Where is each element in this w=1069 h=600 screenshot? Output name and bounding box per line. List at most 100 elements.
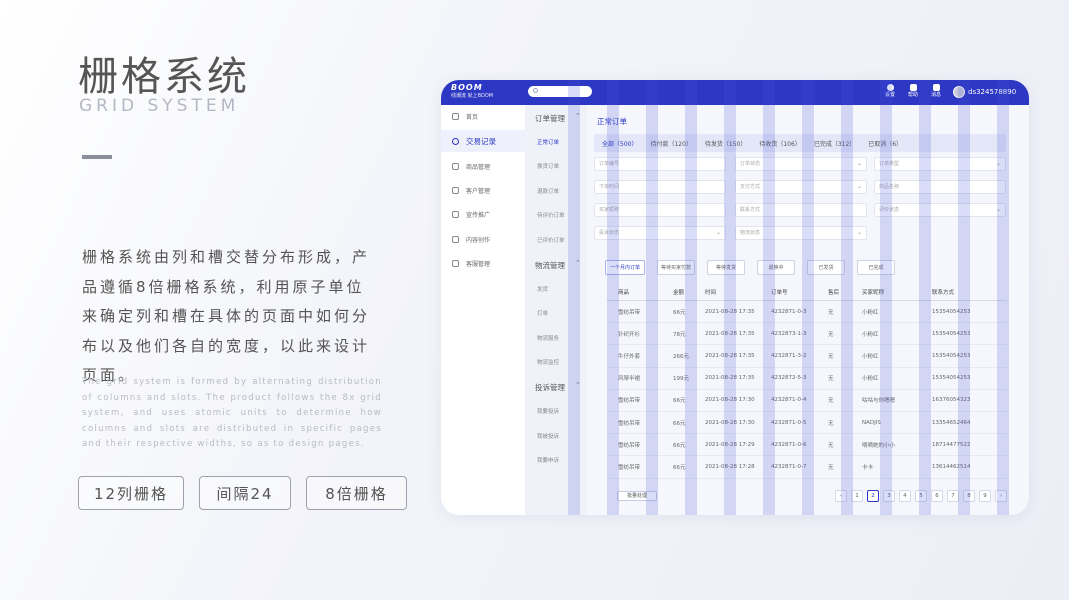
table-row[interactable]: 雪纺吊带 66元 2021-08-28 17:29 4232871-0-6 无 嘀嘀她的小…: [607, 434, 1007, 457]
table-row[interactable]: 风琴半裙 199元 2021-08-28 17:35 4232872-5-3 无 小粉红 1…: [607, 368, 1007, 390]
sidebar: 首页 交易记录 商品管理 客户管理 宣传推广 内容创作 客服管理: [441, 105, 525, 515]
filter-completed-button[interactable]: 已完成: [857, 260, 895, 275]
bulk-process-button[interactable]: 批量处理: [617, 491, 657, 501]
page-button[interactable]: 7: [947, 490, 959, 502]
submenu-item-file-complaint[interactable]: 我要投诉: [537, 407, 559, 415]
promotion-icon: [452, 210, 459, 218]
page-button-current[interactable]: 2: [867, 490, 879, 502]
payment-method-select[interactable]: 支付方式 ⌄: [735, 180, 867, 194]
sidebar-item-service[interactable]: 客服管理: [441, 252, 525, 274]
settings-button[interactable]: 设置: [882, 84, 898, 98]
cell-contact: 15354054253: [932, 352, 971, 359]
submenu-item-logistics-service[interactable]: 物流服务: [537, 334, 559, 342]
submenu-item-pending-review[interactable]: 待评价订单: [537, 211, 565, 219]
filter-shipped-button[interactable]: 已发货: [807, 260, 845, 275]
sidebar-item-goods[interactable]: 商品管理: [441, 155, 525, 177]
sidebar-item-home[interactable]: 首页: [441, 105, 525, 127]
submenu-item-normal-orders[interactable]: 正常订单: [537, 138, 559, 146]
tab-cancelled[interactable]: 已取消（6）: [868, 139, 902, 148]
submenu-item-print[interactable]: 打单: [537, 309, 548, 317]
contact-field[interactable]: 联系方式: [735, 203, 867, 217]
cell-time: 2021-08-28 17:30: [705, 397, 755, 404]
order-number-field[interactable]: 订单编号: [594, 157, 726, 171]
cell-buyer: NADJIS: [862, 419, 881, 426]
submenu-orders-toggle[interactable]: 订单管理 ⌃: [535, 112, 581, 124]
cell-amount: 66元: [673, 464, 686, 471]
page-button[interactable]: 9: [979, 490, 991, 502]
tag-8x-grid: 8倍栅格: [306, 476, 407, 510]
tab-to-ship[interactable]: 待发货（150）: [705, 139, 746, 148]
submenu-item-reviewed[interactable]: 已评价订单: [537, 236, 565, 244]
submenu-orders-title: 订单管理: [535, 114, 565, 123]
review-status-select[interactable]: 评价状态 ⌄: [874, 203, 1006, 217]
complaint-status-select[interactable]: 投诉状态 ⌄: [594, 226, 726, 240]
help-icon: [909, 84, 917, 91]
slide-title: 栅格系统: [78, 54, 250, 100]
page-button[interactable]: 1: [851, 490, 863, 502]
order-type-select[interactable]: 订单类型 ⌄: [874, 157, 1006, 171]
buyer-nickname-field[interactable]: 买家昵称: [594, 203, 726, 217]
header-product: 商品: [618, 289, 630, 296]
cell-buyer: 小粉红: [862, 331, 879, 338]
submenu-logistics-title: 物流管理: [535, 261, 565, 270]
submenu-item-refund-orders[interactable]: 退款订单: [537, 187, 559, 195]
sidebar-item-customers[interactable]: 客户管理: [441, 179, 525, 201]
cell-time: 2021-08-28 17:35: [705, 330, 755, 337]
page-next-button[interactable]: ›: [995, 490, 1007, 502]
table-row[interactable]: 牛仔外套 266元 2021-08-28 17:35 4232871-3-2 无 小粉红 1…: [607, 345, 1007, 368]
order-time-field[interactable]: 下单时间: [594, 180, 726, 194]
messages-button[interactable]: 消息: [928, 84, 944, 98]
logistics-status-select[interactable]: 物流状态 ⌄: [735, 226, 867, 240]
user-name[interactable]: ds324578890: [968, 88, 1016, 96]
table-row[interactable]: 雪纺吊带 66元 2021-08-28 17:30 4232871-0-4 无 咕咕与你嗯…: [607, 390, 1007, 412]
tab-completed[interactable]: 已完成（312）: [814, 139, 855, 148]
cell-order-number: 4232873-1-3: [771, 330, 807, 337]
submenu-logistics-toggle[interactable]: 物流管理 ⌃: [535, 259, 581, 271]
product-name-field[interactable]: 商品名称: [874, 180, 1006, 194]
sidebar-item-content[interactable]: 内容创作: [441, 228, 525, 250]
page-button[interactable]: 8: [963, 490, 975, 502]
sidebar-item-transactions[interactable]: 交易记录: [441, 130, 525, 152]
search-input[interactable]: [528, 86, 592, 97]
filter-returning-button[interactable]: 退换中: [757, 260, 795, 275]
tab-all[interactable]: 全部（500）: [602, 139, 637, 148]
chevron-down-icon: ⌄: [856, 160, 862, 167]
avatar[interactable]: [953, 86, 965, 98]
title-divider: [82, 155, 112, 159]
filter-one-month-button[interactable]: 一个月内订单: [605, 260, 645, 275]
cell-order-number: 4232872-5-3: [771, 375, 807, 382]
sidebar-item-label: 内容创作: [466, 236, 491, 244]
table-row[interactable]: 雪纺吊带 66元 2021-08-28 17:28 4232871-0-7 无 卡卡 136…: [607, 456, 1007, 479]
submenu-item-appeal[interactable]: 我要申诉: [537, 456, 559, 464]
submenu-item-exchange-orders[interactable]: 换货订单: [537, 162, 559, 170]
cell-time: 2021-08-28 17:30: [705, 419, 755, 426]
brand-logo[interactable]: BOOM 线潮流 就上BOOM: [451, 83, 493, 100]
tab-unpaid[interactable]: 待付款（120）: [650, 139, 691, 148]
submenu-item-ship[interactable]: 发货: [537, 285, 548, 293]
cell-product: 风琴半裙: [618, 376, 641, 383]
cell-after-sale: 无: [828, 376, 834, 383]
page-button[interactable]: 5: [915, 490, 927, 502]
page-button[interactable]: 6: [931, 490, 943, 502]
table-row[interactable]: 针织开衫 78元 2021-08-28 17:35 4232873-1-3 无 小粉红 15…: [607, 323, 1007, 346]
submenu-item-received-complaint[interactable]: 我被投诉: [537, 432, 559, 440]
submenu-complaints-toggle[interactable]: 投诉管理 ⌃: [535, 381, 581, 393]
sidebar-item-promotion[interactable]: 宣传推广: [441, 203, 525, 225]
submenu-item-logistics-monitor[interactable]: 物流监控: [537, 358, 559, 366]
brand-name: BOOM: [451, 83, 483, 92]
sidebar-item-label: 客户管理: [466, 187, 491, 195]
page-button[interactable]: 3: [883, 490, 895, 502]
filter-await-payment-button[interactable]: 等待买家付款: [657, 260, 695, 275]
table-header: 商品 金额 时间 订单号 售后 买家昵称 联系方式: [607, 283, 1007, 301]
help-button[interactable]: 帮助: [905, 84, 921, 98]
table-row[interactable]: 雪纺吊带 66元 2021-08-28 17:30 4232871-0-5 无 NADJI…: [607, 412, 1007, 435]
tab-to-receive[interactable]: 待收货（106）: [759, 139, 800, 148]
filter-await-ship-button[interactable]: 等待发货: [707, 260, 745, 275]
sidebar-item-label: 首页: [466, 113, 479, 121]
table-row[interactable]: 雪纺吊带 66元 2021-08-28 17:35 4232871-0-3 无 小粉红 15…: [607, 301, 1007, 324]
page-button[interactable]: 4: [899, 490, 911, 502]
page-prev-button[interactable]: ‹: [835, 490, 847, 502]
order-status-select[interactable]: 订单状态 ⌄: [735, 157, 867, 171]
chevron-up-icon: ⌃: [575, 259, 581, 267]
cell-buyer: 小粉红: [862, 376, 879, 383]
